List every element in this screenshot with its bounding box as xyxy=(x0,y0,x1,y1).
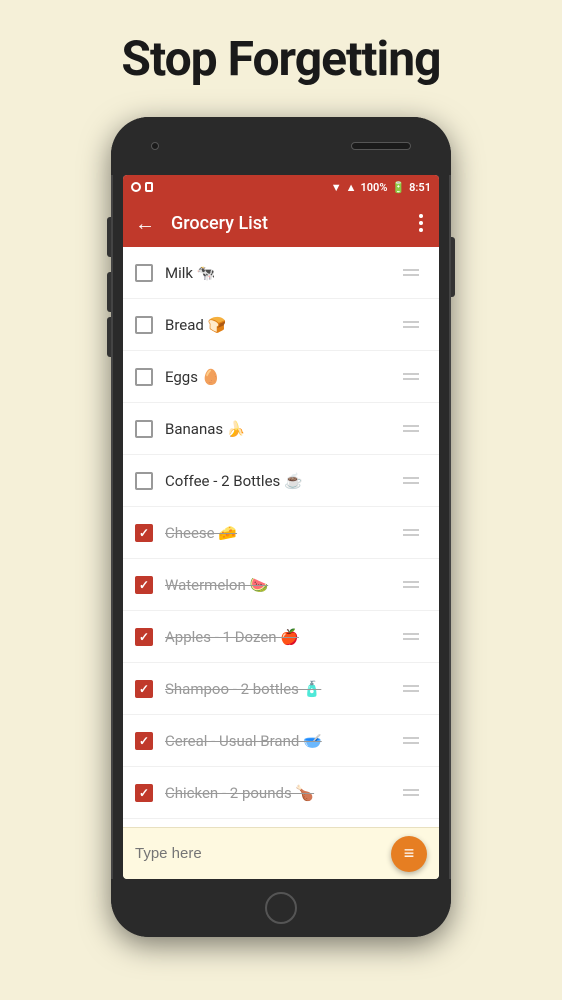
phone-camera xyxy=(151,142,159,150)
list-item: Apples - 1 Dozen 🍎 xyxy=(123,611,439,663)
page-heading: Stop Forgetting xyxy=(121,30,440,87)
battery-percent: 100% xyxy=(360,181,387,194)
drag-line xyxy=(403,794,419,796)
new-item-input[interactable] xyxy=(135,845,391,862)
drag-line xyxy=(403,633,419,635)
list-item: Coffee - 2 Bottles ☕ xyxy=(123,455,439,507)
phone-top-bar xyxy=(111,117,451,175)
status-lock-icon xyxy=(145,182,153,192)
drag-line xyxy=(403,534,419,536)
time-display: 8:51 xyxy=(409,181,431,194)
drag-handle-10[interactable] xyxy=(395,733,427,748)
list-item: Eggs 🥚 xyxy=(123,351,439,403)
drag-line xyxy=(403,321,419,323)
item-text-1: Milk 🐄 xyxy=(165,264,395,282)
app-bar-title: Grocery List xyxy=(171,213,399,234)
checkbox-3[interactable] xyxy=(135,368,153,386)
drag-line xyxy=(403,269,419,271)
drag-line xyxy=(403,690,419,692)
checkbox-2[interactable] xyxy=(135,316,153,334)
list-item: Shampoo - 2 bottles 🧴 xyxy=(123,663,439,715)
drag-line xyxy=(403,685,419,687)
drag-line xyxy=(403,737,419,739)
item-text-9: Shampoo - 2 bottles 🧴 xyxy=(165,680,395,698)
bottom-input-bar: ≡ xyxy=(123,827,439,879)
drag-handle-7[interactable] xyxy=(395,577,427,592)
battery-icon: 🔋 xyxy=(391,181,405,194)
item-text-7: Watermelon 🍉 xyxy=(165,576,395,594)
drag-line xyxy=(403,477,419,479)
drag-handle-2[interactable] xyxy=(395,317,427,332)
checkbox-1[interactable] xyxy=(135,264,153,282)
drag-line xyxy=(403,789,419,791)
checkbox-8[interactable] xyxy=(135,628,153,646)
list-item: Bread 🍞 xyxy=(123,299,439,351)
overflow-menu-button[interactable] xyxy=(415,210,427,236)
list-item: Bananas 🍌 xyxy=(123,403,439,455)
drag-line xyxy=(403,326,419,328)
list-item: Cheese 🧀 xyxy=(123,507,439,559)
item-text-2: Bread 🍞 xyxy=(165,316,395,334)
list-item: Watermelon 🍉 xyxy=(123,559,439,611)
list-item: Cereal - Usual Brand 🥣 xyxy=(123,715,439,767)
app-bar: ← Grocery List xyxy=(123,199,439,247)
phone-wrapper: ▼ ▲ 100% 🔋 8:51 ← Grocery List Milk 🐄 Bre… xyxy=(111,117,451,937)
item-text-3: Eggs 🥚 xyxy=(165,368,395,386)
drag-line xyxy=(403,529,419,531)
dot-2 xyxy=(419,221,423,225)
phone-screen: ▼ ▲ 100% 🔋 8:51 ← Grocery List Milk 🐄 Bre… xyxy=(123,175,439,879)
status-right-info: ▼ ▲ 100% 🔋 8:51 xyxy=(331,181,431,194)
drag-handle-6[interactable] xyxy=(395,525,427,540)
grocery-list: Milk 🐄 Bread 🍞 Eggs 🥚 Bananas 🍌 Coffee - 2 B… xyxy=(123,247,439,827)
item-text-4: Bananas 🍌 xyxy=(165,420,395,438)
drag-line xyxy=(403,373,419,375)
checkbox-4[interactable] xyxy=(135,420,153,438)
phone-bottom-bar xyxy=(111,879,451,937)
item-text-5: Coffee - 2 Bottles ☕ xyxy=(165,472,395,490)
wifi-icon: ▼ xyxy=(331,181,342,194)
drag-handle-4[interactable] xyxy=(395,421,427,436)
add-item-fab[interactable]: ≡ xyxy=(391,836,427,872)
status-circle-icon xyxy=(131,182,141,192)
back-button[interactable]: ← xyxy=(135,211,155,236)
drag-handle-9[interactable] xyxy=(395,681,427,696)
home-button[interactable] xyxy=(265,892,297,924)
item-text-10: Cereal - Usual Brand 🥣 xyxy=(165,732,395,750)
drag-line xyxy=(403,581,419,583)
dot-3 xyxy=(419,228,423,232)
drag-line xyxy=(403,378,419,380)
drag-line xyxy=(403,430,419,432)
dot-1 xyxy=(419,214,423,218)
drag-handle-3[interactable] xyxy=(395,369,427,384)
drag-line xyxy=(403,742,419,744)
drag-line xyxy=(403,274,419,276)
list-item: Milk 🐄 xyxy=(123,247,439,299)
drag-line xyxy=(403,482,419,484)
checkbox-5[interactable] xyxy=(135,472,153,490)
item-text-11: Chicken - 2 pounds 🍗 xyxy=(165,784,395,802)
item-text-8: Apples - 1 Dozen 🍎 xyxy=(165,628,395,646)
fab-icon: ≡ xyxy=(404,845,415,863)
checkbox-10[interactable] xyxy=(135,732,153,750)
drag-handle-5[interactable] xyxy=(395,473,427,488)
checkbox-7[interactable] xyxy=(135,576,153,594)
drag-handle-8[interactable] xyxy=(395,629,427,644)
phone-speaker xyxy=(351,142,411,150)
checkbox-6[interactable] xyxy=(135,524,153,542)
status-left-icons xyxy=(131,182,153,192)
signal-icon: ▲ xyxy=(346,181,357,194)
drag-handle-11[interactable] xyxy=(395,785,427,800)
drag-line xyxy=(403,425,419,427)
checkbox-11[interactable] xyxy=(135,784,153,802)
drag-line xyxy=(403,586,419,588)
status-bar: ▼ ▲ 100% 🔋 8:51 xyxy=(123,175,439,199)
drag-handle-1[interactable] xyxy=(395,265,427,280)
drag-line xyxy=(403,638,419,640)
list-item: Chicken - 2 pounds 🍗 xyxy=(123,767,439,819)
checkbox-9[interactable] xyxy=(135,680,153,698)
item-text-6: Cheese 🧀 xyxy=(165,524,395,542)
